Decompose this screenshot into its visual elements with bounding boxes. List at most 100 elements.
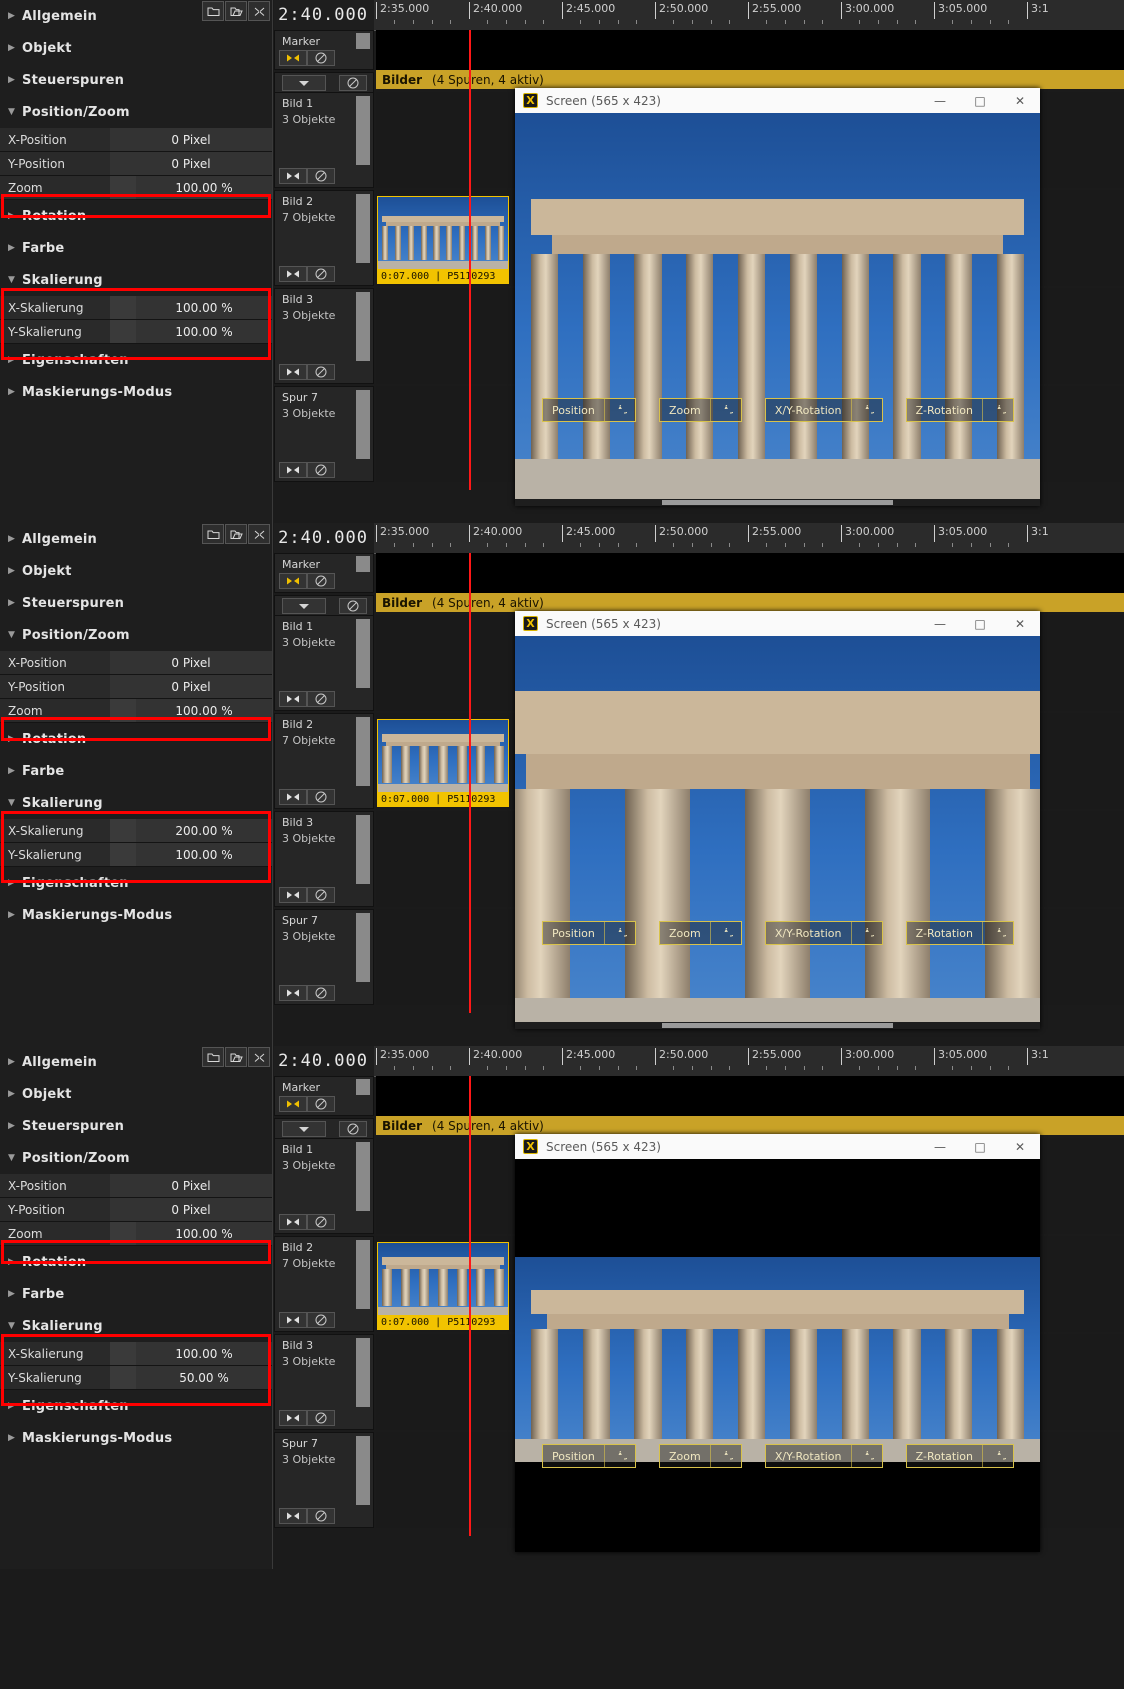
- window-preview[interactable]: Position Zoom X/Y-Rotation Z-Rotation: [515, 113, 1040, 506]
- keyframe-nav-icon[interactable]: [279, 266, 307, 282]
- track-header-bild-1[interactable]: Bild 1 3 Objekte: [274, 1138, 374, 1234]
- track-header-spur-7[interactable]: Spur 7 3 Objekte: [274, 386, 374, 482]
- row-x-skalierung[interactable]: X-Skalierung 200.00 %: [0, 819, 272, 843]
- slider-grip[interactable]: [110, 843, 136, 866]
- mute-icon[interactable]: [307, 1096, 335, 1112]
- row-value[interactable]: 0 Pixel: [110, 128, 272, 151]
- open-folder-icon[interactable]: [225, 1047, 247, 1067]
- group-track-header[interactable]: [274, 1118, 374, 1140]
- row-y-position[interactable]: Y-Position 0 Pixel: [0, 1198, 272, 1222]
- slider-grip[interactable]: [110, 296, 136, 319]
- row-value[interactable]: 0 Pixel: [110, 1198, 272, 1221]
- section-objekt[interactable]: ▶ Objekt: [0, 1078, 272, 1110]
- window-preview[interactable]: Position Zoom X/Y-Rotation Z-Rotation: [515, 636, 1040, 1029]
- section-steuerspuren[interactable]: ▶ Steuerspuren: [0, 587, 272, 619]
- window-titlebar[interactable]: X Screen (565 x 423) — □ ✕: [515, 1134, 1040, 1159]
- section-objekt[interactable]: ▶ Objekt: [0, 32, 272, 64]
- track-header-spur-7[interactable]: Spur 7 3 Objekte: [274, 1432, 374, 1528]
- overlay-xy-rotation-button[interactable]: X/Y-Rotation: [764, 1444, 883, 1468]
- mute-icon[interactable]: [307, 1508, 335, 1524]
- preview-hscrollbar[interactable]: [515, 499, 1040, 506]
- overlay-z-rotation-button[interactable]: Z-Rotation: [905, 1444, 1014, 1468]
- group-track-bar[interactable]: Bilder (4 Spuren, 4 aktiv): [376, 70, 1124, 89]
- slider-grip[interactable]: [110, 1222, 136, 1245]
- mute-icon[interactable]: [307, 887, 335, 903]
- open-folder-icon[interactable]: [225, 1, 247, 21]
- group-collapse-icon[interactable]: [281, 1121, 326, 1137]
- reset-icon[interactable]: [850, 922, 882, 944]
- mute-icon[interactable]: [307, 364, 335, 380]
- track-header-spur-7[interactable]: Spur 7 3 Objekte: [274, 909, 374, 1005]
- reset-icon[interactable]: [982, 1445, 1013, 1467]
- new-folder-icon[interactable]: [202, 1047, 224, 1067]
- reset-icon[interactable]: [603, 1445, 635, 1467]
- mute-icon[interactable]: [307, 789, 335, 805]
- track-header-bild-3[interactable]: Bild 3 3 Objekte: [274, 1334, 374, 1430]
- row-value[interactable]: 0 Pixel: [110, 1174, 272, 1197]
- keyframe-nav-icon[interactable]: [279, 1508, 307, 1524]
- screen-window-1[interactable]: X Screen (565 x 423) — □ ✕ Position Zoom…: [515, 88, 1040, 506]
- row-y-position[interactable]: Y-Position 0 Pixel: [0, 152, 272, 176]
- marker-track-body[interactable]: [376, 30, 1124, 70]
- close-button[interactable]: ✕: [1000, 88, 1040, 113]
- playhead[interactable]: [469, 30, 471, 490]
- collapse-all-icon[interactable]: [248, 1, 270, 21]
- track-header-marker[interactable]: Marker: [274, 30, 374, 70]
- reset-icon[interactable]: [709, 922, 741, 944]
- mute-icon[interactable]: [307, 50, 335, 66]
- row-y-skalierung[interactable]: Y-Skalierung 100.00 %: [0, 320, 272, 344]
- track-header-marker[interactable]: Marker: [274, 1076, 374, 1116]
- timeline-clip[interactable]: 0:07.000 | P5110293: [377, 1242, 509, 1330]
- keyframe-nav-icon[interactable]: [279, 462, 307, 478]
- row-x-skalierung[interactable]: X-Skalierung 100.00 %: [0, 1342, 272, 1366]
- row-value[interactable]: 0 Pixel: [110, 152, 272, 175]
- section-rotation[interactable]: ▶ Rotation: [0, 1246, 272, 1278]
- section-farbe[interactable]: ▶ Farbe: [0, 232, 272, 264]
- group-track-bar[interactable]: Bilder (4 Spuren, 4 aktiv): [376, 1116, 1124, 1135]
- row-x-position[interactable]: X-Position 0 Pixel: [0, 651, 272, 675]
- slider-grip[interactable]: [110, 320, 136, 343]
- track-header-bild-1[interactable]: Bild 1 3 Objekte: [274, 615, 374, 711]
- mute-icon[interactable]: [307, 1410, 335, 1426]
- row-value[interactable]: 0 Pixel: [110, 675, 272, 698]
- preview-hscrollbar[interactable]: [515, 1022, 1040, 1029]
- mute-icon[interactable]: [307, 462, 335, 478]
- minimize-button[interactable]: —: [920, 611, 960, 636]
- close-button[interactable]: ✕: [1000, 611, 1040, 636]
- close-button[interactable]: ✕: [1000, 1134, 1040, 1159]
- mute-icon[interactable]: [307, 266, 335, 282]
- row-value[interactable]: 100.00 %: [136, 1342, 272, 1365]
- playhead[interactable]: [469, 553, 471, 1013]
- reset-icon[interactable]: [709, 399, 741, 421]
- section-skalierung[interactable]: ▼ Skalierung: [0, 787, 272, 819]
- row-value[interactable]: 100.00 %: [136, 699, 272, 722]
- reset-icon[interactable]: [982, 922, 1013, 944]
- window-titlebar[interactable]: X Screen (565 x 423) — □ ✕: [515, 611, 1040, 636]
- track-header-bild-3[interactable]: Bild 3 3 Objekte: [274, 811, 374, 907]
- reset-icon[interactable]: [603, 399, 635, 421]
- marker-jump-icon[interactable]: [279, 573, 307, 589]
- section-maskierungs-modus[interactable]: ▶ Maskierungs-Modus: [0, 1422, 272, 1454]
- row-x-position[interactable]: X-Position 0 Pixel: [0, 128, 272, 152]
- section-eigenschaften[interactable]: ▶ Eigenschaften: [0, 867, 272, 899]
- marker-track-body[interactable]: [376, 1076, 1124, 1116]
- slider-grip[interactable]: [110, 1366, 136, 1389]
- group-track-bar[interactable]: Bilder (4 Spuren, 4 aktiv): [376, 593, 1124, 612]
- reset-icon[interactable]: [709, 1445, 741, 1467]
- row-value[interactable]: 100.00 %: [136, 1222, 272, 1245]
- mute-icon[interactable]: [307, 985, 335, 1001]
- section-eigenschaften[interactable]: ▶ Eigenschaften: [0, 1390, 272, 1422]
- mute-icon[interactable]: [307, 1214, 335, 1230]
- marker-jump-icon[interactable]: [279, 1096, 307, 1112]
- overlay-zoom-button[interactable]: Zoom: [659, 1444, 742, 1468]
- overlay-controls[interactable]: Position Zoom X/Y-Rotation Z-Rotation: [542, 398, 1014, 422]
- overlay-position-button[interactable]: Position: [542, 921, 636, 945]
- maximize-button[interactable]: □: [960, 88, 1000, 113]
- track-header-bild-2[interactable]: Bild 2 7 Objekte: [274, 713, 374, 809]
- row-zoom[interactable]: Zoom 100.00 %: [0, 1222, 272, 1246]
- minimize-button[interactable]: —: [920, 88, 960, 113]
- keyframe-nav-icon[interactable]: [279, 789, 307, 805]
- track-scrollbar[interactable]: [356, 556, 370, 572]
- row-x-skalierung[interactable]: X-Skalierung 100.00 %: [0, 296, 272, 320]
- group-collapse-icon[interactable]: [281, 598, 326, 614]
